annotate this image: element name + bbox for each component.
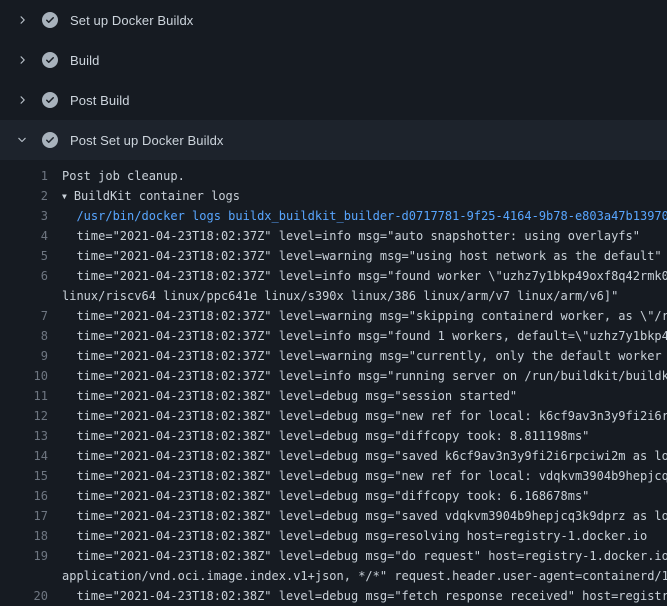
log-text: ▼BuildKit container logs: [48, 186, 667, 206]
step-label: Post Set up Docker Buildx: [70, 133, 224, 148]
step-header-set-up-docker-buildx[interactable]: Set up Docker Buildx: [0, 0, 667, 40]
log-line-number[interactable]: 2: [0, 186, 48, 206]
step-label: Build: [70, 53, 99, 68]
log-text: time="2021-04-23T18:02:38Z" level=debug …: [48, 506, 667, 526]
check-circle-icon: [42, 52, 58, 68]
log-line: 12 time="2021-04-23T18:02:38Z" level=deb…: [0, 406, 667, 426]
log-line: 8 time="2021-04-23T18:02:37Z" level=info…: [0, 326, 667, 346]
log-line-number[interactable]: 4: [0, 226, 48, 246]
log-text: linux/riscv64 linux/ppc641e linux/s390x …: [48, 286, 667, 306]
log-line-number[interactable]: 8: [0, 326, 48, 346]
group-toggle-icon[interactable]: ▼: [62, 187, 67, 206]
log-line-number[interactable]: 18: [0, 526, 48, 546]
log-text: time="2021-04-23T18:02:37Z" level=warnin…: [48, 306, 667, 326]
log-line: 1Post job cleanup.: [0, 166, 667, 186]
log-line: 19 time="2021-04-23T18:02:38Z" level=deb…: [0, 546, 667, 566]
log-line-number[interactable]: 1: [0, 166, 48, 186]
log-line-number[interactable]: 14: [0, 446, 48, 466]
log-line-number[interactable]: 6: [0, 266, 48, 286]
log-line-number[interactable]: 19: [0, 546, 48, 566]
log-text: application/vnd.oci.image.index.v1+json,…: [48, 566, 667, 586]
log-text: time="2021-04-23T18:02:38Z" level=debug …: [48, 406, 667, 426]
log-line-number[interactable]: 12: [0, 406, 48, 426]
log-text: time="2021-04-23T18:02:38Z" level=debug …: [48, 526, 667, 546]
log-line-number: [0, 566, 48, 586]
log-line: 15 time="2021-04-23T18:02:38Z" level=deb…: [0, 466, 667, 486]
log-line: 4 time="2021-04-23T18:02:37Z" level=info…: [0, 226, 667, 246]
log-text: time="2021-04-23T18:02:37Z" level=warnin…: [48, 246, 667, 266]
log-line-number[interactable]: 5: [0, 246, 48, 266]
log-line: 20 time="2021-04-23T18:02:38Z" level=deb…: [0, 586, 667, 606]
check-circle-icon: [42, 132, 58, 148]
log-text: time="2021-04-23T18:02:38Z" level=debug …: [48, 546, 667, 566]
log-line-number[interactable]: 16: [0, 486, 48, 506]
workflow-log-panel: Set up Docker Buildx Build Post Build Po…: [0, 0, 667, 606]
log-text: time="2021-04-23T18:02:38Z" level=debug …: [48, 466, 667, 486]
log-line: application/vnd.oci.image.index.v1+json,…: [0, 566, 667, 586]
chevron-right-icon: [14, 52, 30, 68]
log-line: 5 time="2021-04-23T18:02:37Z" level=warn…: [0, 246, 667, 266]
log-line-number[interactable]: 20: [0, 586, 48, 606]
log-viewer: 1Post job cleanup.2▼BuildKit container l…: [0, 160, 667, 606]
step-header-post-set-up-docker-buildx[interactable]: Post Set up Docker Buildx: [0, 120, 667, 160]
log-command-text: /usr/bin/docker logs buildx_buildkit_bui…: [48, 206, 667, 226]
log-line: 14 time="2021-04-23T18:02:38Z" level=deb…: [0, 446, 667, 466]
log-text: time="2021-04-23T18:02:38Z" level=debug …: [48, 586, 667, 606]
log-line-number[interactable]: 10: [0, 366, 48, 386]
log-text: time="2021-04-23T18:02:38Z" level=debug …: [48, 386, 667, 406]
step-label: Set up Docker Buildx: [70, 13, 193, 28]
log-text: time="2021-04-23T18:02:37Z" level=info m…: [48, 366, 667, 386]
step-header-build[interactable]: Build: [0, 40, 667, 80]
log-text: time="2021-04-23T18:02:37Z" level=info m…: [48, 266, 667, 286]
log-line-number[interactable]: 17: [0, 506, 48, 526]
check-circle-icon: [42, 12, 58, 28]
log-text: time="2021-04-23T18:02:37Z" level=info m…: [48, 226, 667, 246]
log-line: 18 time="2021-04-23T18:02:38Z" level=deb…: [0, 526, 667, 546]
log-line: 16 time="2021-04-23T18:02:38Z" level=deb…: [0, 486, 667, 506]
log-line-number[interactable]: 7: [0, 306, 48, 326]
log-line: 6 time="2021-04-23T18:02:37Z" level=info…: [0, 266, 667, 286]
log-line-number[interactable]: 11: [0, 386, 48, 406]
step-header-post-build[interactable]: Post Build: [0, 80, 667, 120]
log-line: 2▼BuildKit container logs: [0, 186, 667, 206]
log-text: time="2021-04-23T18:02:38Z" level=debug …: [48, 486, 667, 506]
log-text: time="2021-04-23T18:02:38Z" level=debug …: [48, 426, 667, 446]
chevron-right-icon: [14, 12, 30, 28]
log-line: linux/riscv64 linux/ppc641e linux/s390x …: [0, 286, 667, 306]
log-line-number: [0, 286, 48, 306]
log-line-number[interactable]: 9: [0, 346, 48, 366]
check-circle-icon: [42, 92, 58, 108]
log-line: 3 /usr/bin/docker logs buildx_buildkit_b…: [0, 206, 667, 226]
log-text: time="2021-04-23T18:02:37Z" level=info m…: [48, 326, 667, 346]
log-line: 11 time="2021-04-23T18:02:38Z" level=deb…: [0, 386, 667, 406]
log-line-number[interactable]: 3: [0, 206, 48, 226]
log-text: Post job cleanup.: [48, 166, 667, 186]
step-label: Post Build: [70, 93, 130, 108]
log-text: time="2021-04-23T18:02:38Z" level=debug …: [48, 446, 667, 466]
log-line: 17 time="2021-04-23T18:02:38Z" level=deb…: [0, 506, 667, 526]
log-line: 10 time="2021-04-23T18:02:37Z" level=inf…: [0, 366, 667, 386]
log-line-number[interactable]: 13: [0, 426, 48, 446]
log-line: 13 time="2021-04-23T18:02:38Z" level=deb…: [0, 426, 667, 446]
log-text: time="2021-04-23T18:02:37Z" level=warnin…: [48, 346, 667, 366]
log-line-number[interactable]: 15: [0, 466, 48, 486]
chevron-right-icon: [14, 92, 30, 108]
log-line: 7 time="2021-04-23T18:02:37Z" level=warn…: [0, 306, 667, 326]
log-line: 9 time="2021-04-23T18:02:37Z" level=warn…: [0, 346, 667, 366]
chevron-down-icon: [14, 132, 30, 148]
